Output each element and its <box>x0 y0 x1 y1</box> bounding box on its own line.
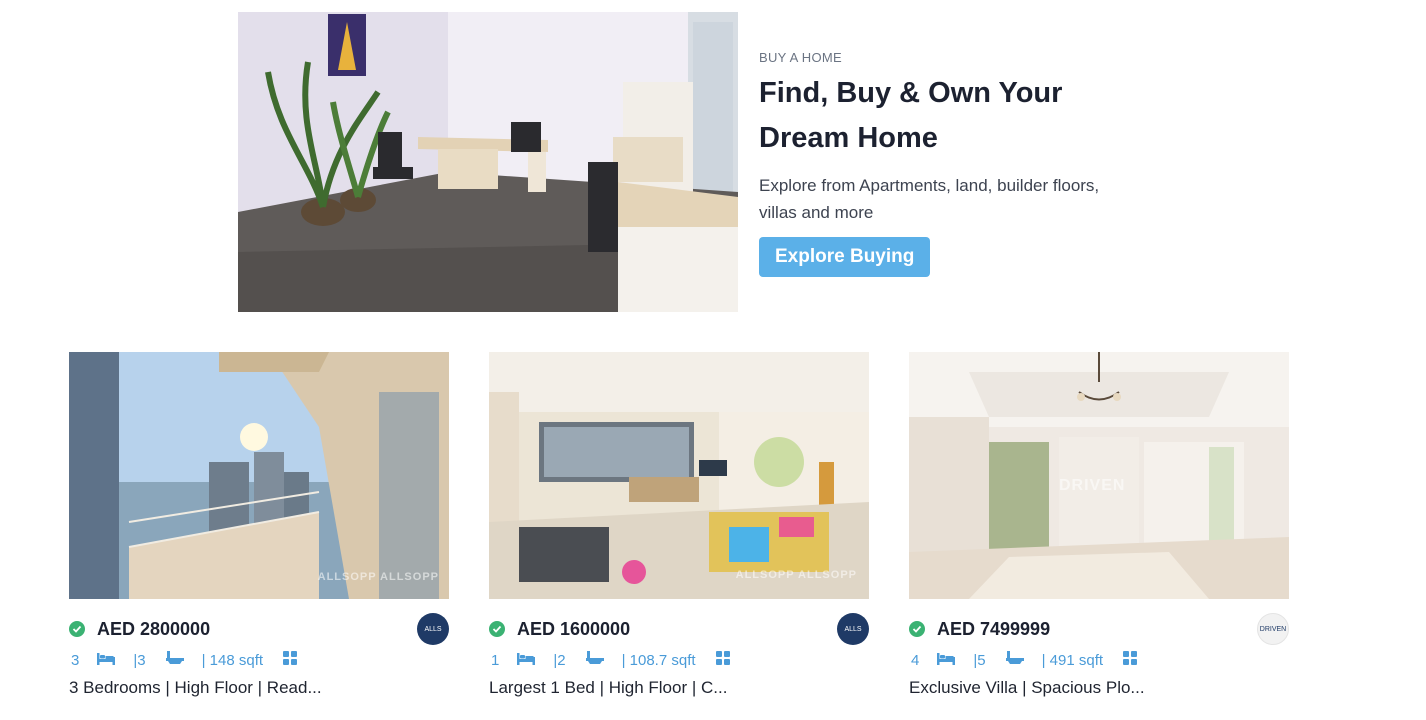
check-circle-icon <box>489 621 505 637</box>
listing-price: AED 1600000 <box>517 618 631 639</box>
area-size: | 108.7 sqft <box>621 651 696 669</box>
bathtub-icon <box>165 651 184 669</box>
listing-title[interactable]: 3 Bedrooms | High Floor | Read... <box>69 678 449 698</box>
hero-image <box>238 12 738 312</box>
baths-count: |2 <box>553 651 566 669</box>
price-row: AED 7499999 DRIVEN <box>909 613 1289 645</box>
listing-title[interactable]: Largest 1 Bed | High Floor | C... <box>489 678 869 698</box>
bed-icon <box>517 652 536 669</box>
hero-eyebrow: BUY A HOME <box>759 50 842 65</box>
beds-count: 4 <box>911 651 920 669</box>
grid-icon[interactable] <box>715 651 730 669</box>
area-size: | 148 sqft <box>201 651 264 669</box>
listing-card[interactable]: ALLSOPP ALLSOPP AED 1600000 ALLS 1 |2 | … <box>489 352 869 698</box>
agency-logo[interactable]: DRIVEN <box>1257 613 1289 645</box>
grid-icon[interactable] <box>1123 651 1138 669</box>
hero-description: Explore from Apartments, land, builder f… <box>759 176 1100 222</box>
baths-count: |3 <box>133 651 146 669</box>
bed-icon <box>97 652 116 669</box>
hero-title: Find, Buy & Own Your Dream Home <box>759 77 1063 154</box>
bathtub-icon <box>585 651 604 669</box>
hero-section: BUY A HOME Find, Buy & Own Your Dream Ho… <box>759 50 1179 277</box>
photo-watermark: DRIVEN <box>1059 477 1126 494</box>
listing-photo[interactable]: DRIVEN <box>909 352 1289 599</box>
price-row: AED 1600000 ALLS <box>489 613 869 645</box>
beds-count: 1 <box>491 651 500 669</box>
listing-specs: 1 |2 | 108.7 sqft <box>489 649 869 671</box>
listing-card[interactable]: ALLSOPP ALLSOPP AED 2800000 ALLS 3 |3 | … <box>69 352 449 698</box>
listing-price: AED 7499999 <box>937 618 1051 639</box>
listing-specs: 3 |3 | 148 sqft <box>69 649 449 671</box>
bed-icon <box>937 652 956 669</box>
agency-logo[interactable]: ALLS <box>837 613 869 645</box>
explore-buying-button[interactable]: Explore Buying <box>759 237 931 277</box>
baths-count: |5 <box>973 651 986 669</box>
agency-logo[interactable]: ALLS <box>417 613 449 645</box>
photo-watermark: ALLSOPP ALLSOPP <box>735 569 857 581</box>
beds-count: 3 <box>71 651 80 669</box>
listing-specs: 4 |5 | 491 sqft <box>909 649 1289 671</box>
check-circle-icon <box>69 621 85 637</box>
price-row: AED 2800000 ALLS <box>69 613 449 645</box>
grid-icon[interactable] <box>283 651 298 669</box>
listing-title[interactable]: Exclusive Villa | Spacious Plo... <box>909 678 1289 698</box>
listing-card[interactable]: DRIVEN AED 7499999 DRIVEN 4 |5 | 491 sqf… <box>909 352 1289 698</box>
check-circle-icon <box>909 621 925 637</box>
photo-watermark: ALLSOPP ALLSOPP <box>317 571 439 583</box>
bathtub-icon <box>1005 651 1024 669</box>
area-size: | 491 sqft <box>1041 651 1104 669</box>
listing-photo[interactable]: ALLSOPP ALLSOPP <box>69 352 449 599</box>
listing-price: AED 2800000 <box>97 618 211 639</box>
listing-photo[interactable]: ALLSOPP ALLSOPP <box>489 352 869 599</box>
